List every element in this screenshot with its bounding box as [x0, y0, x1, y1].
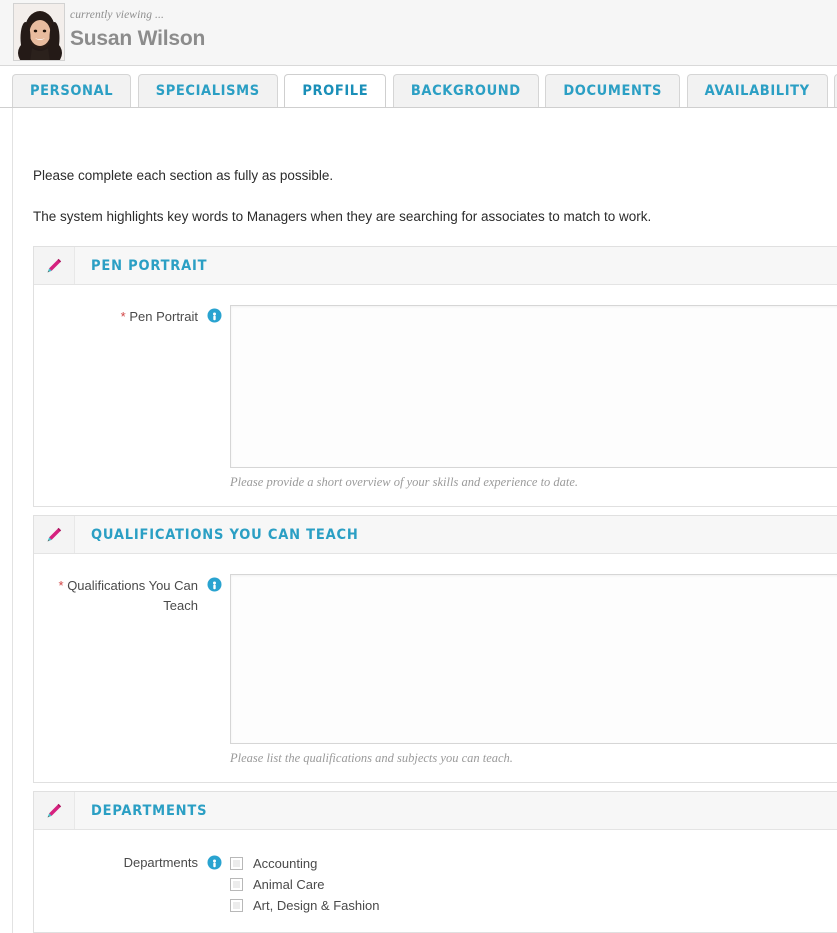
pencil-icon-cell[interactable]	[34, 247, 75, 285]
departments-checkbox-group: Accounting Animal Care Art, Design & Fas…	[230, 852, 837, 916]
info-icon[interactable]	[207, 855, 222, 870]
required-indicator: *	[58, 578, 64, 594]
field-label-text: Pen Portrait	[129, 309, 198, 325]
checkbox-label: Accounting	[253, 856, 318, 872]
tab-profile[interactable]: PROFILE	[284, 74, 387, 107]
section-title: QUALIFICATIONS YOU CAN TEACH	[91, 526, 359, 543]
section-body: * Pen Portrait Please provide a short ov…	[34, 285, 837, 507]
profile-content: Please complete each section as fully as…	[13, 108, 837, 933]
avatar-image	[14, 4, 64, 60]
avatar	[13, 3, 65, 61]
form-row-departments: Departments Accounting Animal Care Art, …	[34, 852, 837, 916]
checkbox-label: Art, Design & Fashion	[253, 898, 380, 914]
intro-line-1: Please complete each section as fully as…	[33, 168, 334, 183]
field-label-qualifications: * Qualifications You Can Teach	[34, 574, 230, 616]
section-qualifications: QUALIFICATIONS YOU CAN TEACH * Qualifica…	[33, 515, 837, 784]
intro-line-2: The system highlights key words to Manag…	[33, 208, 652, 224]
pencil-icon	[47, 258, 62, 273]
tab-background[interactable]: BACKGROUND	[392, 74, 539, 107]
section-body: Departments Accounting Animal Care Art, …	[34, 830, 837, 933]
info-icon[interactable]	[207, 308, 222, 323]
profile-header-bar: currently viewing ... Susan Wilson	[0, 0, 837, 66]
tab-personal[interactable]: PERSONAL	[12, 74, 132, 107]
pen-portrait-textarea[interactable]	[230, 305, 837, 469]
currently-viewing-label: currently viewing ...	[70, 9, 164, 21]
list-item[interactable]: Animal Care	[230, 874, 837, 895]
section-title: PEN PORTRAIT	[91, 257, 208, 274]
checkbox-label: Animal Care	[253, 877, 325, 893]
info-icon[interactable]	[207, 577, 222, 592]
section-body: * Qualifications You Can Teach Please li…	[34, 554, 837, 783]
avatar-photo	[14, 4, 64, 60]
field-wrap-qualifications: Please list the qualifications and subje…	[230, 574, 837, 766]
tab-documents[interactable]: DOCUMENTS	[545, 74, 680, 107]
page-title: Susan Wilson	[70, 27, 206, 50]
field-label-text: Departments	[123, 855, 198, 871]
field-label-departments: Departments	[34, 852, 230, 873]
field-label-pen-portrait: * Pen Portrait	[34, 305, 230, 327]
checkbox-accounting[interactable]	[230, 857, 243, 871]
section-departments: DEPARTMENTS Departments Accounting Anima…	[33, 791, 837, 933]
pencil-icon-cell[interactable]	[34, 792, 75, 830]
section-pen-portrait: PEN PORTRAIT * Pen Portrait Please provi…	[33, 246, 837, 508]
tab-specialisms[interactable]: SPECIALISMS	[137, 74, 278, 107]
tab-bar: PERSONAL SPECIALISMS PROFILE BACKGROUND …	[0, 66, 837, 108]
list-item[interactable]: Art, Design & Fashion	[230, 895, 837, 916]
section-title: DEPARTMENTS	[91, 802, 208, 819]
section-header: PEN PORTRAIT	[34, 247, 837, 286]
required-indicator: *	[120, 309, 126, 325]
checkbox-animal-care[interactable]	[230, 878, 243, 892]
field-wrap-pen-portrait: Please provide a short overview of your …	[230, 305, 837, 490]
form-row-qualifications: * Qualifications You Can Teach Please li…	[34, 574, 837, 766]
pencil-icon-cell[interactable]	[34, 516, 75, 554]
pencil-icon	[47, 803, 62, 818]
pencil-icon	[47, 527, 62, 542]
list-item[interactable]: Accounting	[230, 853, 837, 874]
checkbox-art-design-fashion[interactable]	[230, 899, 243, 913]
field-hint-qualifications: Please list the qualifications and subje…	[230, 751, 513, 766]
tab-availability[interactable]: AVAILABILITY	[686, 74, 828, 107]
left-rail	[0, 108, 13, 933]
field-label-text: Qualifications You Can Teach	[67, 578, 198, 614]
field-hint-pen-portrait: Please provide a short overview of your …	[230, 475, 579, 490]
section-header: QUALIFICATIONS YOU CAN TEACH	[34, 516, 837, 555]
qualifications-textarea[interactable]	[230, 574, 837, 745]
profile-page-body: Please complete each section as fully as…	[0, 108, 837, 933]
section-header: DEPARTMENTS	[34, 792, 837, 831]
form-row-pen-portrait: * Pen Portrait Please provide a short ov…	[34, 305, 837, 490]
